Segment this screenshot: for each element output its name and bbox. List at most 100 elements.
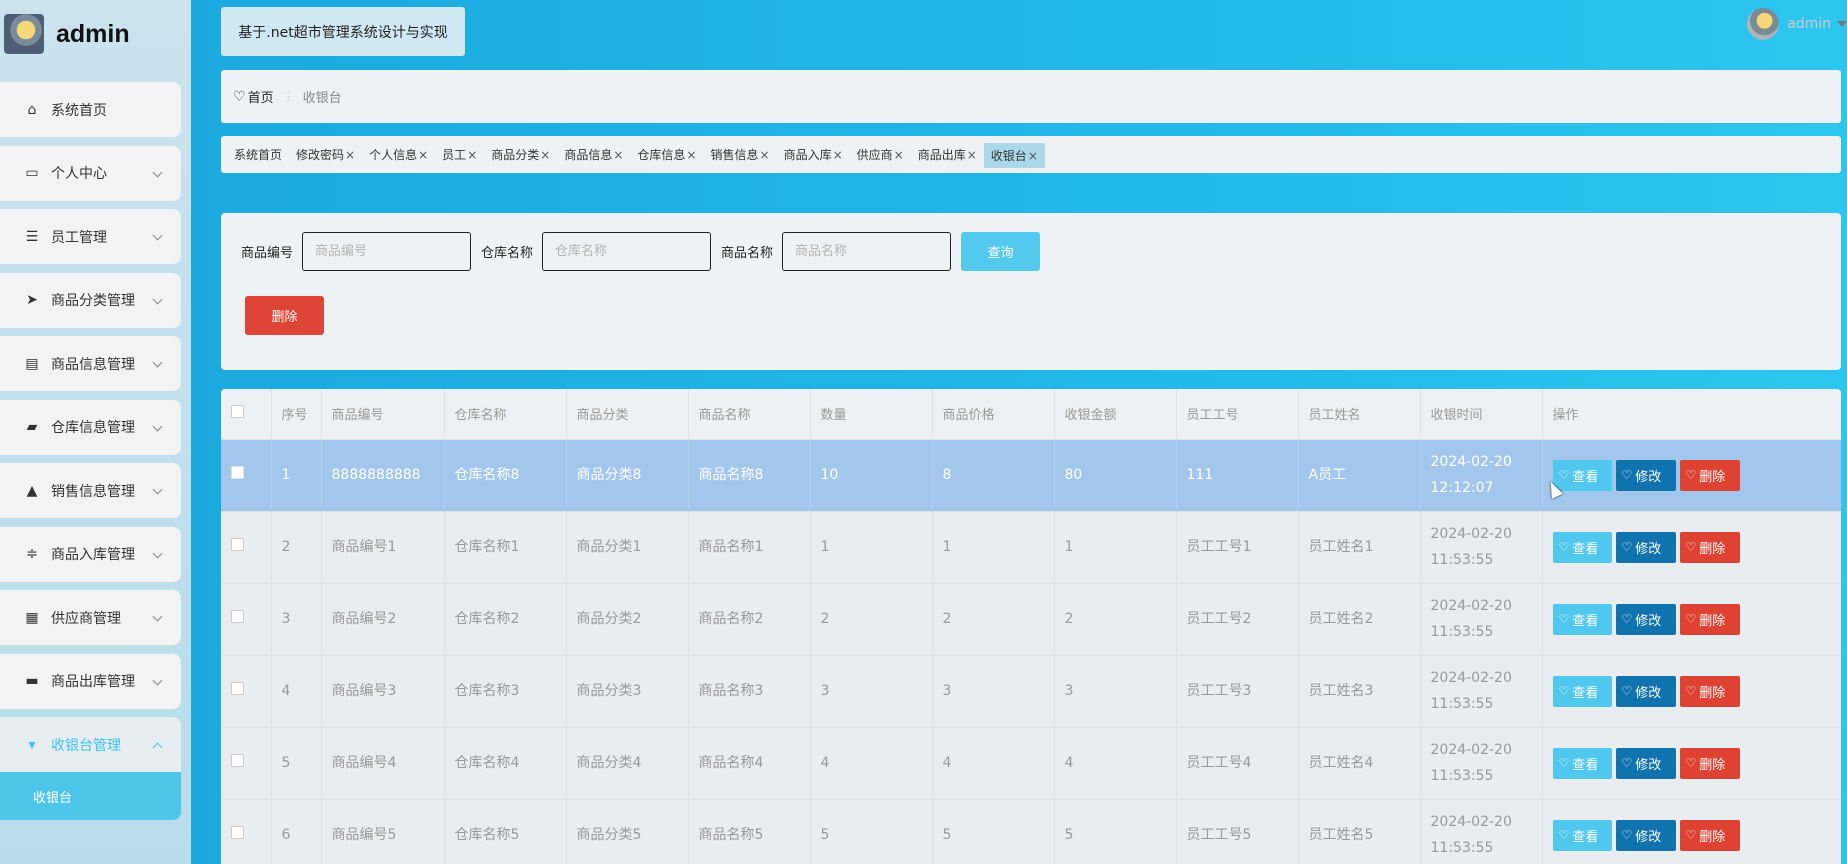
close-icon[interactable]: × [467, 148, 477, 162]
search-label-product-code: 商品编号 [241, 246, 294, 261]
table-row[interactable]: 5 商品编号4 仓库名称4 商品分类4 商品名称4 4 4 4 员工工号4 员工姓名4 2024-0… [221, 726, 1841, 799]
sidebar-item-9[interactable]: ▬ 商品出库管理 [0, 653, 181, 709]
tab-tag-label: 仓库信息 [637, 148, 686, 162]
view-button[interactable]: ♡ 查看 [1552, 675, 1612, 707]
view-button[interactable]: ♡ 查看 [1552, 747, 1612, 779]
user-menu[interactable]: admin [1747, 8, 1847, 40]
close-icon[interactable]: × [345, 148, 355, 162]
close-icon[interactable]: × [833, 148, 843, 162]
view-button[interactable]: ♡ 查看 [1552, 459, 1612, 491]
user-name[interactable]: admin [1787, 16, 1831, 32]
delete-button[interactable]: ♡ 删除 [1679, 675, 1740, 707]
row-checkbox[interactable] [231, 466, 244, 479]
close-icon[interactable]: × [418, 148, 428, 162]
tab-tag-label: 系统首页 [234, 148, 283, 162]
tab-tag-7[interactable]: 销售信息 × [703, 142, 776, 167]
tab-tag-11[interactable]: 收银台 × [983, 143, 1045, 168]
view-button[interactable]: ♡ 查看 [1552, 531, 1612, 563]
table-row[interactable]: 6 商品编号5 仓库名称5 商品分类5 商品名称5 5 5 5 员工工号5 员工姓名5 2024-0… [221, 798, 1841, 864]
heart-icon: ♡ [233, 88, 246, 105]
table-cell: 仓库名称5 [444, 798, 567, 864]
column-header: 商品价格 [932, 389, 1055, 439]
breadcrumb-current: 收银台 [302, 91, 342, 106]
sidebar-item-7[interactable]: ≑ 商品入库管理 [0, 526, 181, 582]
table-row[interactable]: 3 商品编号2 仓库名称2 商品分类2 商品名称2 2 2 2 员工工号2 员工姓名2 2024-0… [221, 582, 1841, 655]
table-cell: 员工姓名3 [1298, 654, 1421, 727]
query-button[interactable]: 查询 [961, 232, 1041, 271]
edit-button[interactable]: ♡ 修改 [1615, 747, 1676, 779]
close-icon[interactable]: × [540, 148, 550, 162]
table-row[interactable]: 1 8888888888 仓库名称8 商品分类8 商品名称8 10 8 80 111 A员工 202… [221, 438, 1841, 511]
tab-tag-10[interactable]: 商品出库 × [911, 142, 984, 167]
warehouse-name-input[interactable] [542, 232, 712, 271]
delete-button[interactable]: ♡ 删除 [1679, 747, 1740, 779]
sidebar-item-3[interactable]: ➤ 商品分类管理 [0, 272, 181, 328]
tab-tag-6[interactable]: 仓库信息 × [630, 142, 703, 167]
tab-tag-2[interactable]: 个人信息 × [362, 142, 435, 167]
tab-tag-1[interactable]: 修改密码 × [289, 142, 362, 167]
select-all-checkbox[interactable] [231, 405, 244, 419]
delete-button[interactable]: ♡ 删除 [1679, 603, 1740, 635]
close-icon[interactable]: × [1028, 149, 1038, 163]
edit-button[interactable]: ♡ 修改 [1615, 603, 1676, 635]
close-icon[interactable]: × [894, 148, 904, 162]
close-icon[interactable]: × [760, 148, 770, 162]
tab-tag-8[interactable]: 商品入库 × [777, 142, 850, 167]
profile-icon: ▭ [25, 165, 39, 181]
sidebar-item-10[interactable]: ▾ 收银台管理 [0, 717, 181, 772]
avatar[interactable] [1747, 8, 1780, 40]
submenu-item-cashier[interactable]: 收银台 [0, 772, 181, 820]
product-name-input[interactable] [782, 232, 952, 271]
view-button-label: 查看 [1572, 685, 1599, 701]
tab-tag-4[interactable]: 商品分类 × [484, 142, 557, 167]
row-actions-cell: ♡ 查看 ♡ 修改 ♡ 删除 [1542, 726, 1841, 799]
chevron-down-icon [152, 230, 163, 241]
edit-button[interactable]: ♡ 修改 [1615, 675, 1676, 707]
heart-icon: ♡ [1621, 828, 1633, 843]
table-cell: 5 [271, 726, 322, 799]
sidebar-item-6[interactable]: ▲ 销售信息管理 [0, 463, 181, 518]
heart-icon: ♡ [1558, 684, 1570, 698]
row-actions-cell: ♡ 查看 ♡ 修改 ♡ 删除 [1542, 654, 1841, 727]
sidebar-item-8[interactable]: ▦ 供应商管理 [0, 590, 181, 645]
row-checkbox[interactable] [231, 538, 244, 551]
product-code-input[interactable] [302, 232, 472, 271]
tab-tag-5[interactable]: 商品信息 × [557, 142, 630, 167]
row-checkbox[interactable] [231, 682, 244, 695]
delete-button[interactable]: ♡ 删除 [1679, 459, 1740, 491]
breadcrumb-home[interactable]: ♡ 首页 [233, 87, 274, 107]
tab-tag-0[interactable]: 系统首页 [227, 142, 289, 167]
delete-button[interactable]: ♡ 删除 [1679, 819, 1740, 851]
table-row[interactable]: 2 商品编号1 仓库名称1 商品分类1 商品名称1 1 1 1 员工工号1 员工姓名1 2024-0… [221, 510, 1841, 583]
heart-icon: ♡ [1558, 612, 1570, 626]
sidebar-item-0[interactable]: ⌂ 系统首页 [0, 82, 181, 137]
caret-down-icon[interactable] [1837, 21, 1847, 27]
sidebar-item-1[interactable]: ▭ 个人中心 [0, 145, 181, 201]
edit-button-label: 修改 [1635, 541, 1662, 557]
row-checkbox[interactable] [231, 754, 244, 767]
table-cell: 2024-02-20 11:53:55 [1420, 726, 1543, 799]
sidebar-item-2[interactable]: ☰ 员工管理 [0, 209, 181, 264]
delete-button[interactable]: ♡ 删除 [1679, 531, 1740, 563]
sidebar-item-5[interactable]: ▰ 仓库信息管理 [0, 399, 181, 455]
view-button[interactable]: ♡ 查看 [1552, 819, 1612, 851]
edit-button[interactable]: ♡ 修改 [1615, 819, 1676, 851]
view-button[interactable]: ♡ 查看 [1552, 603, 1612, 635]
row-actions-cell: ♡ 查看 ♡ 修改 ♡ 删除 [1542, 798, 1841, 864]
tab-tag-3[interactable]: 员工 × [435, 142, 484, 167]
close-icon[interactable]: × [686, 148, 696, 162]
chevron-down-icon [152, 167, 163, 177]
row-checkbox[interactable] [231, 610, 244, 623]
batch-delete-button[interactable]: 删除 [245, 296, 324, 335]
close-icon[interactable]: × [967, 148, 977, 162]
table-row[interactable]: 4 商品编号3 仓库名称3 商品分类3 商品名称3 3 3 3 员工工号3 员工姓名3 2024-0… [221, 654, 1841, 727]
tab-tag-9[interactable]: 供应商 × [850, 142, 911, 167]
tab-tag-label: 商品信息 [564, 148, 613, 162]
sidebar-item-4[interactable]: ▤ 商品信息管理 [0, 336, 181, 391]
table-cell: 仓库名称2 [444, 582, 567, 655]
edit-button[interactable]: ♡ 修改 [1615, 531, 1676, 563]
close-icon[interactable]: × [613, 148, 623, 162]
edit-button[interactable]: ♡ 修改 [1615, 459, 1676, 491]
search-label-warehouse-name: 仓库名称 [481, 246, 534, 261]
row-checkbox[interactable] [231, 826, 244, 840]
